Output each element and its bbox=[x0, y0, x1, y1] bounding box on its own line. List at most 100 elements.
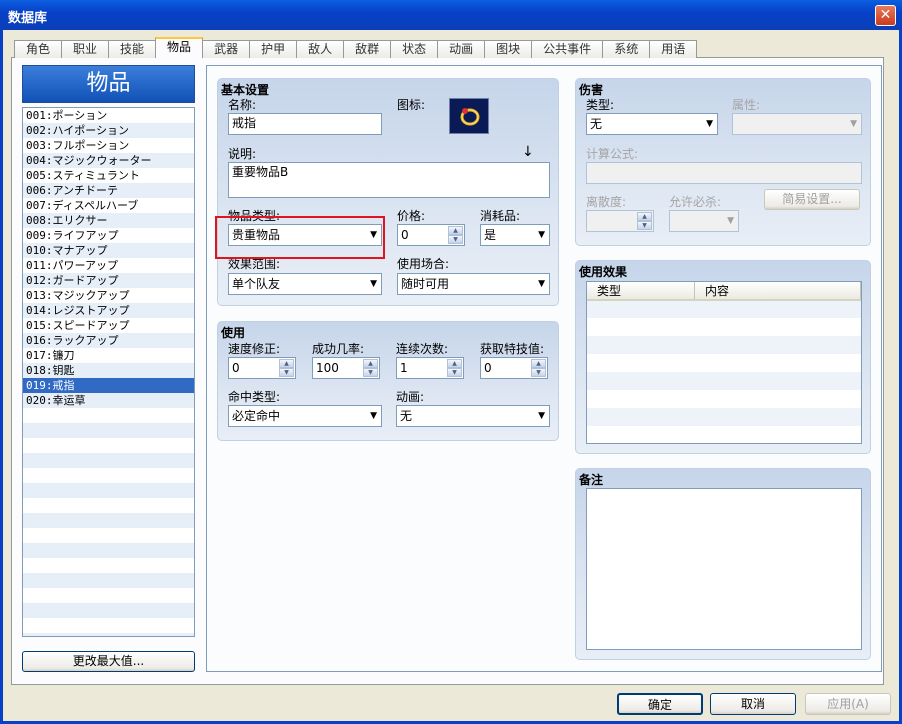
spin-up-icon[interactable]: ▲ bbox=[447, 359, 462, 368]
effects-col-content[interactable]: 内容 bbox=[695, 282, 861, 299]
chevron-down-icon: ▼ bbox=[538, 411, 545, 421]
speed-label: 速度修正: bbox=[228, 342, 281, 356]
description-arrow-icon: ↓ bbox=[522, 144, 534, 160]
list-item[interactable]: 001:ポーション bbox=[23, 108, 194, 123]
window-title: 数据库 bbox=[8, 11, 48, 26]
tp-gain-label: 获取特技值: bbox=[480, 342, 545, 356]
tab-armors[interactable]: 护甲 bbox=[249, 40, 298, 58]
spin-up-icon[interactable]: ▲ bbox=[637, 212, 652, 221]
ring-icon bbox=[460, 108, 480, 126]
tab-tilesets[interactable]: 图块 bbox=[484, 40, 533, 58]
effects-table[interactable]: 类型 内容 bbox=[586, 281, 862, 444]
price-stepper[interactable]: 0 ▲ ▼ bbox=[397, 224, 465, 246]
consumable-label: 消耗品: bbox=[480, 209, 521, 223]
price-label: 价格: bbox=[397, 209, 426, 223]
speed-stepper[interactable]: 0 ▲ ▼ bbox=[228, 357, 296, 379]
tp-gain-stepper[interactable]: 0 ▲ ▼ bbox=[480, 357, 548, 379]
list-item[interactable]: 004:マジックウォーター bbox=[23, 153, 194, 168]
spin-down-icon[interactable]: ▼ bbox=[637, 221, 652, 230]
occasion-value: 随时可用 bbox=[401, 277, 450, 291]
hit-type-value: 必定命中 bbox=[232, 409, 281, 423]
list-item[interactable]: 018:钥匙 bbox=[23, 363, 194, 378]
animation-select[interactable]: 无 ▼ bbox=[396, 405, 550, 427]
name-label: 名称: bbox=[228, 98, 257, 112]
tab-terms[interactable]: 用语 bbox=[649, 40, 698, 58]
list-item[interactable]: 015:スピードアップ bbox=[23, 318, 194, 333]
tab-states[interactable]: 状态 bbox=[390, 40, 439, 58]
effects-table-header: 类型 内容 bbox=[587, 282, 861, 301]
usage-title: 使用 bbox=[221, 326, 246, 340]
list-item[interactable]: 006:アンチドーテ bbox=[23, 183, 194, 198]
hit-type-select[interactable]: 必定命中 ▼ bbox=[228, 405, 382, 427]
list-item[interactable]: 017:镰刀 bbox=[23, 348, 194, 363]
list-item[interactable]: 009:ライフアップ bbox=[23, 228, 194, 243]
list-item-selected[interactable]: 019:戒指 bbox=[23, 378, 194, 393]
spin-down-icon[interactable]: ▼ bbox=[279, 368, 294, 377]
chevron-down-icon: ▼ bbox=[850, 119, 857, 129]
spin-up-icon[interactable]: ▲ bbox=[531, 359, 546, 368]
tab-troops[interactable]: 敌群 bbox=[343, 40, 392, 58]
list-item[interactable]: 011:パワーアップ bbox=[23, 258, 194, 273]
list-item[interactable]: 003:フルポーション bbox=[23, 138, 194, 153]
close-button[interactable]: ✕ bbox=[875, 5, 896, 26]
list-item[interactable]: 016:ラックアップ bbox=[23, 333, 194, 348]
tab-items[interactable]: 物品 bbox=[155, 37, 204, 58]
chevron-down-icon: ▼ bbox=[727, 216, 734, 226]
item-list[interactable]: 001:ポーション 002:ハイポーション 003:フルポーション 004:マジ… bbox=[22, 107, 195, 637]
tab-enemies[interactable]: 敌人 bbox=[296, 40, 345, 58]
list-item[interactable]: 020:幸运草 bbox=[23, 393, 194, 408]
formula-input[interactable] bbox=[586, 162, 862, 184]
list-item[interactable]: 002:ハイポーション bbox=[23, 123, 194, 138]
spin-up-icon[interactable]: ▲ bbox=[363, 359, 378, 368]
element-select[interactable]: ▼ bbox=[732, 113, 862, 135]
list-item[interactable]: 010:マナアップ bbox=[23, 243, 194, 258]
notes-textarea[interactable] bbox=[586, 488, 862, 650]
consumable-select[interactable]: 是 ▼ bbox=[480, 224, 550, 246]
chevron-down-icon: ▼ bbox=[538, 230, 545, 240]
simple-settings-button[interactable]: 简易设置... bbox=[764, 189, 860, 210]
ok-button[interactable]: 确定 bbox=[617, 693, 703, 715]
success-label: 成功几率: bbox=[312, 342, 365, 356]
variance-stepper[interactable]: ▲ ▼ bbox=[586, 210, 654, 232]
critical-select[interactable]: ▼ bbox=[669, 210, 739, 232]
change-max-button[interactable]: 更改最大值... bbox=[22, 651, 195, 672]
tab-classes[interactable]: 职业 bbox=[61, 40, 110, 58]
occasion-select[interactable]: 随时可用 ▼ bbox=[397, 273, 550, 295]
tab-actors[interactable]: 角色 bbox=[14, 40, 63, 58]
cancel-button[interactable]: 取消 bbox=[710, 693, 796, 715]
spin-down-icon[interactable]: ▼ bbox=[448, 235, 463, 244]
tab-weapons[interactable]: 武器 bbox=[202, 40, 251, 58]
item-icon-button[interactable] bbox=[449, 98, 489, 134]
damage-type-select[interactable]: 无 ▼ bbox=[586, 113, 718, 135]
success-value: 100 bbox=[316, 361, 339, 375]
effects-title: 使用效果 bbox=[579, 265, 628, 279]
description-input[interactable]: 重要物品B bbox=[228, 162, 550, 198]
spin-down-icon[interactable]: ▼ bbox=[363, 368, 378, 377]
tab-common-events[interactable]: 公共事件 bbox=[531, 40, 604, 58]
repeats-stepper[interactable]: 1 ▲ ▼ bbox=[396, 357, 464, 379]
spin-up-icon[interactable]: ▲ bbox=[279, 359, 294, 368]
name-input[interactable]: 戒指 bbox=[228, 113, 382, 135]
tab-system[interactable]: 系统 bbox=[602, 40, 651, 58]
spin-up-icon[interactable]: ▲ bbox=[448, 226, 463, 235]
element-label: 属性: bbox=[732, 98, 761, 112]
list-item[interactable]: 012:ガードアップ bbox=[23, 273, 194, 288]
list-item[interactable]: 008:エリクサー bbox=[23, 213, 194, 228]
notes-title: 备注 bbox=[579, 473, 604, 487]
effects-col-type[interactable]: 类型 bbox=[587, 282, 695, 299]
tab-skills[interactable]: 技能 bbox=[108, 40, 157, 58]
animation-value: 无 bbox=[400, 409, 413, 423]
scope-select[interactable]: 单个队友 ▼ bbox=[228, 273, 382, 295]
price-value: 0 bbox=[401, 228, 409, 242]
spin-down-icon[interactable]: ▼ bbox=[531, 368, 546, 377]
list-item[interactable]: 005:スティミュラント bbox=[23, 168, 194, 183]
list-item[interactable]: 013:マジックアップ bbox=[23, 288, 194, 303]
tab-animations[interactable]: 动画 bbox=[437, 40, 486, 58]
list-item[interactable]: 007:ディスペルハーブ bbox=[23, 198, 194, 213]
icon-label: 图标: bbox=[397, 98, 426, 112]
success-stepper[interactable]: 100 ▲ ▼ bbox=[312, 357, 380, 379]
apply-button[interactable]: 应用(A) bbox=[805, 693, 891, 715]
spin-down-icon[interactable]: ▼ bbox=[447, 368, 462, 377]
tp-gain-value: 0 bbox=[484, 361, 492, 375]
list-item[interactable]: 014:レジストアップ bbox=[23, 303, 194, 318]
